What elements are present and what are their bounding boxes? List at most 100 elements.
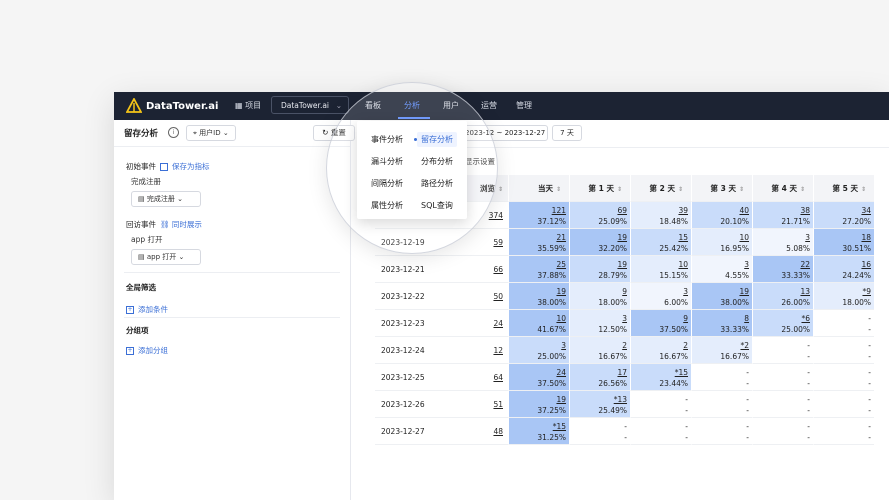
menu-item-sql-query[interactable]: SQL查询 <box>421 200 453 211</box>
add-group-button[interactable]: + 添加分组 <box>126 345 168 356</box>
initial-event-select[interactable]: ▤ 完成注册 ⌄ <box>131 191 201 207</box>
retention-cell[interactable]: 19 32.20% <box>569 229 630 256</box>
retention-cell[interactable]: 19 38.00% <box>508 283 569 310</box>
row-count[interactable]: 12 <box>453 337 508 364</box>
header-day-1[interactable]: 第 1 天 ⇕ <box>569 175 630 202</box>
project-select[interactable]: DataTower.ai ⌄ <box>271 96 349 114</box>
retention-cell[interactable]: 2 16.67% <box>630 337 691 364</box>
row-count[interactable]: 66 <box>453 256 508 283</box>
retention-rate: 41.67% <box>537 325 566 334</box>
retention-cell[interactable]: 9 37.50% <box>630 310 691 337</box>
datatower-logo-icon <box>126 98 142 113</box>
retention-cell[interactable]: 34 27.20% <box>813 202 874 229</box>
add-condition-button[interactable]: + 添加条件 <box>126 304 168 315</box>
retention-cell[interactable]: 38 21.71% <box>752 202 813 229</box>
user-id-select[interactable]: ⌖ 用户ID ⌄ <box>186 125 236 141</box>
retention-cell: -- <box>813 391 874 418</box>
retention-count: 2 <box>622 341 627 350</box>
save-as-metric-link[interactable]: 保存为指标 <box>160 161 210 172</box>
show-same-time-link[interactable]: ⛓ 同时展示 <box>160 219 202 230</box>
menu-item-property-analysis[interactable]: 属性分析 <box>371 200 403 211</box>
retention-cell[interactable]: *9 18.00% <box>813 283 874 310</box>
group-by-label: 分组项 <box>126 326 149 335</box>
days-select[interactable]: 7 天 <box>552 125 582 141</box>
retention-cell: -- <box>752 337 813 364</box>
retention-cell[interactable]: 3 12.50% <box>569 310 630 337</box>
nav-project[interactable]: ▦ 项目 <box>235 92 261 120</box>
retention-count: 9 <box>683 314 688 323</box>
retention-cell[interactable]: 19 28.79% <box>569 256 630 283</box>
retention-cell[interactable]: 121 37.12% <box>508 202 569 229</box>
retention-cell[interactable]: 19 37.25% <box>508 391 569 418</box>
row-count[interactable]: 51 <box>453 391 508 418</box>
retention-cell[interactable]: *15 23.44% <box>630 364 691 391</box>
sort-icon: ⇕ <box>616 186 622 193</box>
retention-rate: 25.00% <box>537 352 566 361</box>
retention-cell[interactable]: 39 18.48% <box>630 202 691 229</box>
retention-cell[interactable]: *13 25.49% <box>569 391 630 418</box>
header-day-2[interactable]: 第 2 天 ⇕ <box>630 175 691 202</box>
row-count[interactable]: 48 <box>453 418 508 445</box>
retention-count: *13 <box>613 395 627 404</box>
retention-rate: 12.50% <box>598 325 627 334</box>
retention-cell[interactable]: *6 25.00% <box>752 310 813 337</box>
retention-cell[interactable]: 21 35.59% <box>508 229 569 256</box>
nav-operations[interactable]: 运营 <box>481 92 497 120</box>
header-day-0[interactable]: 当天 ⇕ <box>508 175 569 202</box>
header-day-label: 第 3 天 <box>710 184 736 193</box>
header-day-label: 第 2 天 <box>649 184 675 193</box>
menu-item-distribution-analysis[interactable]: 分布分析 <box>421 156 453 167</box>
retention-cell[interactable]: *2 16.67% <box>691 337 752 364</box>
retention-cell[interactable]: 22 33.33% <box>752 256 813 283</box>
retention-cell[interactable]: 69 25.09% <box>569 202 630 229</box>
row-date: 2023-12-26 <box>375 391 453 418</box>
row-count[interactable]: 24 <box>453 310 508 337</box>
retention-cell[interactable]: 18 30.51% <box>813 229 874 256</box>
nav-admin[interactable]: 管理 <box>516 92 532 120</box>
return-event-select-value: app 打开 <box>146 253 177 261</box>
retention-cell[interactable]: 3 5.08% <box>752 229 813 256</box>
retention-count: *15 <box>552 422 566 431</box>
row-count[interactable]: 64 <box>453 364 508 391</box>
retention-cell[interactable]: 3 4.55% <box>691 256 752 283</box>
header-day-4[interactable]: 第 4 天 ⇕ <box>752 175 813 202</box>
retention-cell[interactable]: 17 26.56% <box>569 364 630 391</box>
menu-item-retention-analysis[interactable]: 留存分析 <box>417 132 457 147</box>
retention-cell[interactable]: 40 20.10% <box>691 202 752 229</box>
page-title: 留存分析 <box>124 129 159 139</box>
retention-cell: -- <box>813 310 874 337</box>
retention-cell[interactable]: 3 6.00% <box>630 283 691 310</box>
menu-item-interval-analysis[interactable]: 间隔分析 <box>371 178 403 189</box>
header-day-5[interactable]: 第 5 天 ⇕ <box>813 175 874 202</box>
initial-event-name: 完成注册 <box>131 177 161 186</box>
divider <box>124 317 340 318</box>
row-count[interactable]: 50 <box>453 283 508 310</box>
return-event-select[interactable]: ▤ app 打开 ⌄ <box>131 249 201 265</box>
initial-event-label: 初始事件 <box>126 162 156 171</box>
retention-cell[interactable]: 3 25.00% <box>508 337 569 364</box>
retention-cell[interactable]: 9 18.00% <box>569 283 630 310</box>
menu-item-path-analysis[interactable]: 路径分析 <box>421 178 453 189</box>
retention-cell[interactable]: 10 41.67% <box>508 310 569 337</box>
retention-rate: 38.00% <box>537 298 566 307</box>
retention-count: 8 <box>744 314 749 323</box>
retention-cell[interactable]: 10 16.95% <box>691 229 752 256</box>
retention-cell[interactable]: 15 25.42% <box>630 229 691 256</box>
info-icon[interactable]: i <box>168 127 179 138</box>
brand-logo[interactable]: DataTower.ai <box>126 98 218 114</box>
retention-cell[interactable]: 24 37.50% <box>508 364 569 391</box>
header-day-3[interactable]: 第 3 天 ⇕ <box>691 175 752 202</box>
retention-cell[interactable]: 16 24.24% <box>813 256 874 283</box>
retention-cell[interactable]: 13 26.00% <box>752 283 813 310</box>
retention-cell[interactable]: 25 37.88% <box>508 256 569 283</box>
retention-cell[interactable]: 8 33.33% <box>691 310 752 337</box>
retention-cell[interactable]: *15 31.25% <box>508 418 569 445</box>
retention-count: - <box>868 341 871 350</box>
retention-cell[interactable]: 10 15.15% <box>630 256 691 283</box>
return-event-label: 回访事件 <box>126 220 156 229</box>
menu-item-funnel-analysis[interactable]: 漏斗分析 <box>371 156 403 167</box>
retention-count: - <box>868 422 871 431</box>
retention-cell[interactable]: 19 38.00% <box>691 283 752 310</box>
retention-cell[interactable]: 2 16.67% <box>569 337 630 364</box>
menu-item-event-analysis[interactable]: 事件分析 <box>371 134 403 145</box>
